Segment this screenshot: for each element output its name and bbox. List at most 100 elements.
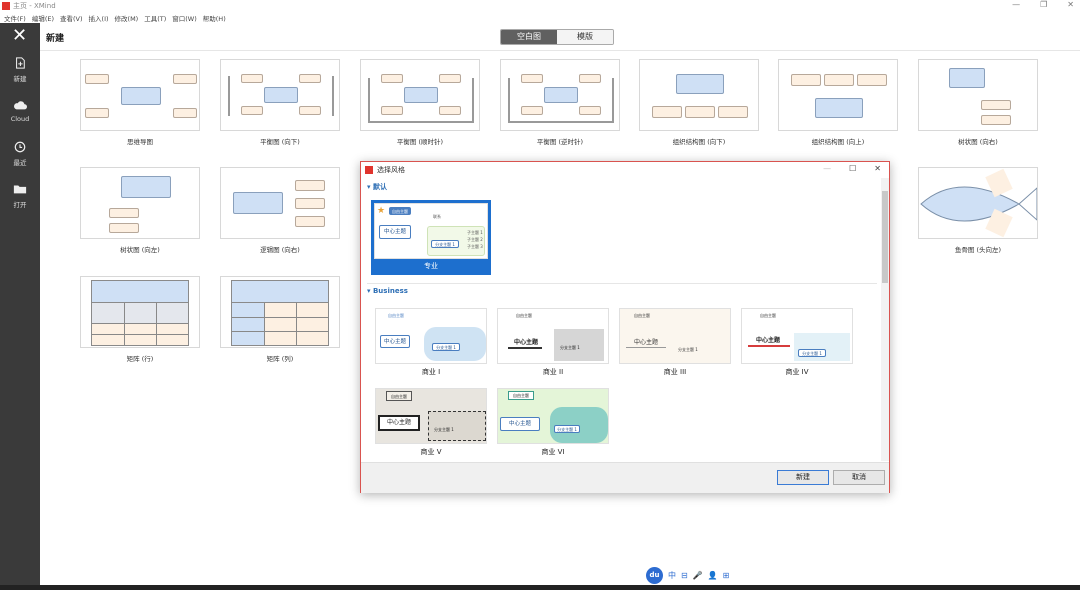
branch-topic: 分支主题 1 bbox=[554, 425, 580, 433]
section-label: 默认 bbox=[372, 183, 387, 191]
choose-style-dialog: 选择风格 — ☐ ✕ ▾ 默认 ★ 自由主题 联系 中心主题 分支主题 1 子主… bbox=[360, 161, 890, 493]
dialog-title: 选择风格 bbox=[377, 165, 405, 174]
menu-bar: 文件(F) 编辑(E) 查看(V) 插入(I) 修改(M) 工具(T) 窗口(W… bbox=[0, 12, 1080, 23]
section-default[interactable]: ▾ 默认 bbox=[367, 182, 387, 192]
star-icon: ★ bbox=[377, 206, 386, 216]
template-card[interactable]: 组织结构图 (向下) bbox=[639, 59, 759, 146]
sidebar-item-new[interactable]: 新建 bbox=[0, 57, 40, 83]
menu-tools[interactable]: 工具(T) bbox=[144, 13, 166, 23]
template-card[interactable]: 平衡图 (顺时针) bbox=[360, 59, 480, 146]
clock-icon bbox=[14, 141, 26, 153]
style-card[interactable]: 自由主题 中心主题 分支主题 1 商业 VI bbox=[497, 388, 609, 457]
dialog-close-icon[interactable]: ✕ bbox=[874, 164, 881, 173]
style-card[interactable]: 中心主题 分支主题 1 自由主题 商业 III bbox=[619, 308, 731, 377]
template-thumbnail bbox=[500, 59, 620, 131]
center-topic: 中心主题 bbox=[756, 337, 781, 344]
template-thumbnail bbox=[918, 59, 1038, 131]
template-thumbnail bbox=[778, 59, 898, 131]
template-card[interactable]: 树状图 (向左) bbox=[80, 167, 200, 254]
center-topic: 中心主题 bbox=[378, 415, 420, 431]
cancel-button[interactable]: 取消 bbox=[833, 470, 885, 485]
template-thumbnail bbox=[918, 167, 1038, 239]
tab-template[interactable]: 模版 bbox=[557, 30, 613, 44]
tab-blank[interactable]: 空白图 bbox=[501, 30, 557, 44]
section-label: Business bbox=[372, 287, 408, 295]
menu-window[interactable]: 窗口(W) bbox=[172, 13, 197, 23]
style-thumbnail: 自由主题 中心主题 分支主题 1 bbox=[497, 388, 609, 444]
sub-topic: 子主题 2 bbox=[467, 237, 483, 242]
template-label: 逻辑图 (向右) bbox=[260, 246, 300, 254]
ime-mode-chinese[interactable]: 中 bbox=[668, 570, 676, 581]
minimize-icon[interactable]: — bbox=[1012, 0, 1020, 9]
template-thumbnail bbox=[80, 59, 200, 131]
ime-toolbar: du 中 ⊟ 🎤 👤 ⊞ bbox=[646, 567, 729, 584]
ime-voice-icon[interactable]: 🎤 bbox=[693, 571, 703, 580]
template-label: 矩阵 (列) bbox=[266, 355, 294, 363]
float-topic: 自由主题 bbox=[760, 313, 776, 318]
template-label: 矩阵 (行) bbox=[126, 355, 154, 363]
float-topic: 自由主题 bbox=[388, 313, 404, 318]
style-label: 商业 III bbox=[663, 368, 687, 376]
cloud-icon bbox=[14, 101, 27, 110]
style-card[interactable]: 中心主题 分支主题 1 自由主题 商业 I bbox=[375, 308, 487, 377]
template-label: 平衡图 (顺时针) bbox=[396, 138, 444, 146]
center-topic: 中心主题 bbox=[514, 339, 539, 346]
dialog-title-bar: 选择风格 — ☐ ✕ bbox=[361, 162, 889, 177]
float-topic: 自由主题 bbox=[389, 207, 411, 215]
template-thumbnail bbox=[80, 276, 200, 348]
menu-view[interactable]: 查看(V) bbox=[60, 13, 83, 23]
style-label: 商业 V bbox=[420, 448, 442, 456]
dialog-scrollbar[interactable] bbox=[881, 178, 889, 461]
sidebar-item-label: 最近 bbox=[13, 159, 27, 167]
menu-insert[interactable]: 插入(I) bbox=[89, 13, 109, 23]
dialog-minimize-icon[interactable]: — bbox=[823, 164, 831, 173]
ime-keyboard-icon[interactable]: ⊟ bbox=[681, 571, 688, 580]
sub-topic: 子主题 1 bbox=[467, 230, 483, 235]
create-button[interactable]: 新建 bbox=[777, 470, 829, 485]
float-topic: 自由主题 bbox=[634, 313, 650, 318]
branch-topic: 分支主题 1 bbox=[434, 427, 454, 432]
xmind-logo-icon bbox=[2, 2, 10, 10]
sidebar-item-cloud[interactable]: Cloud bbox=[0, 99, 40, 123]
section-business[interactable]: ▾ Business bbox=[367, 287, 408, 295]
style-card[interactable]: 中心主题 分支主题 1 自由主题 商业 IV bbox=[741, 308, 853, 377]
template-card[interactable]: 树状图 (向右) bbox=[918, 59, 1038, 146]
style-label: 商业 VI bbox=[541, 448, 565, 456]
menu-file[interactable]: 文件(F) bbox=[4, 13, 26, 23]
close-icon[interactable]: ✕ bbox=[12, 27, 27, 45]
ime-grid-icon[interactable]: ⊞ bbox=[723, 571, 730, 580]
close-window-icon[interactable]: ✕ bbox=[1067, 0, 1074, 9]
style-card-selected[interactable]: ★ 自由主题 联系 中心主题 分支主题 1 子主题 1 子主题 2 子主题 3 … bbox=[371, 200, 491, 275]
style-card[interactable]: 自由主题 中心主题 分支主题 1 商业 V bbox=[375, 388, 487, 457]
scrollbar-thumb[interactable] bbox=[882, 191, 888, 283]
style-card[interactable]: 中心主题 分支主题 1 自由主题 商业 II bbox=[497, 308, 609, 377]
xmind-logo-icon bbox=[365, 165, 373, 174]
float-topic: 自由主题 bbox=[508, 391, 534, 400]
ime-user-icon[interactable]: 👤 bbox=[708, 571, 718, 580]
menu-edit[interactable]: 编辑(E) bbox=[32, 13, 54, 23]
menu-modify[interactable]: 修改(M) bbox=[115, 13, 139, 23]
template-label: 鱼骨图 (头向左) bbox=[954, 246, 1002, 254]
sidebar-item-open[interactable]: 打开 bbox=[0, 183, 40, 209]
template-card[interactable]: 平衡图 (逆时针) bbox=[500, 59, 620, 146]
template-card[interactable]: 逻辑图 (向右) bbox=[220, 167, 340, 254]
template-card[interactable]: 鱼骨图 (头向左) bbox=[918, 167, 1038, 254]
sidebar-item-label: 新建 bbox=[13, 75, 27, 83]
template-thumbnail bbox=[220, 276, 340, 348]
menu-help[interactable]: 帮助(H) bbox=[203, 13, 226, 23]
template-card[interactable]: 思维导图 bbox=[80, 59, 200, 146]
template-card[interactable]: 平衡图 (向下) bbox=[220, 59, 340, 146]
restore-icon[interactable]: ❐ bbox=[1040, 0, 1047, 9]
template-thumbnail bbox=[360, 59, 480, 131]
baidu-ime-icon[interactable]: du bbox=[646, 567, 663, 584]
template-label: 树状图 (向左) bbox=[120, 246, 160, 254]
template-card[interactable]: 组织结构图 (向上) bbox=[778, 59, 898, 146]
sub-topic: 子主题 3 bbox=[467, 244, 483, 249]
center-topic: 中心主题 bbox=[634, 339, 659, 346]
sidebar-item-recent[interactable]: 最近 bbox=[0, 141, 40, 167]
float-topic: 自由主题 bbox=[516, 313, 532, 318]
template-card[interactable]: 矩阵 (列) bbox=[220, 276, 340, 363]
sidebar: ✕ 新建 Cloud 最近 打开 bbox=[0, 23, 40, 590]
template-card[interactable]: 矩阵 (行) bbox=[80, 276, 200, 363]
dialog-maximize-icon[interactable]: ☐ bbox=[849, 164, 856, 173]
